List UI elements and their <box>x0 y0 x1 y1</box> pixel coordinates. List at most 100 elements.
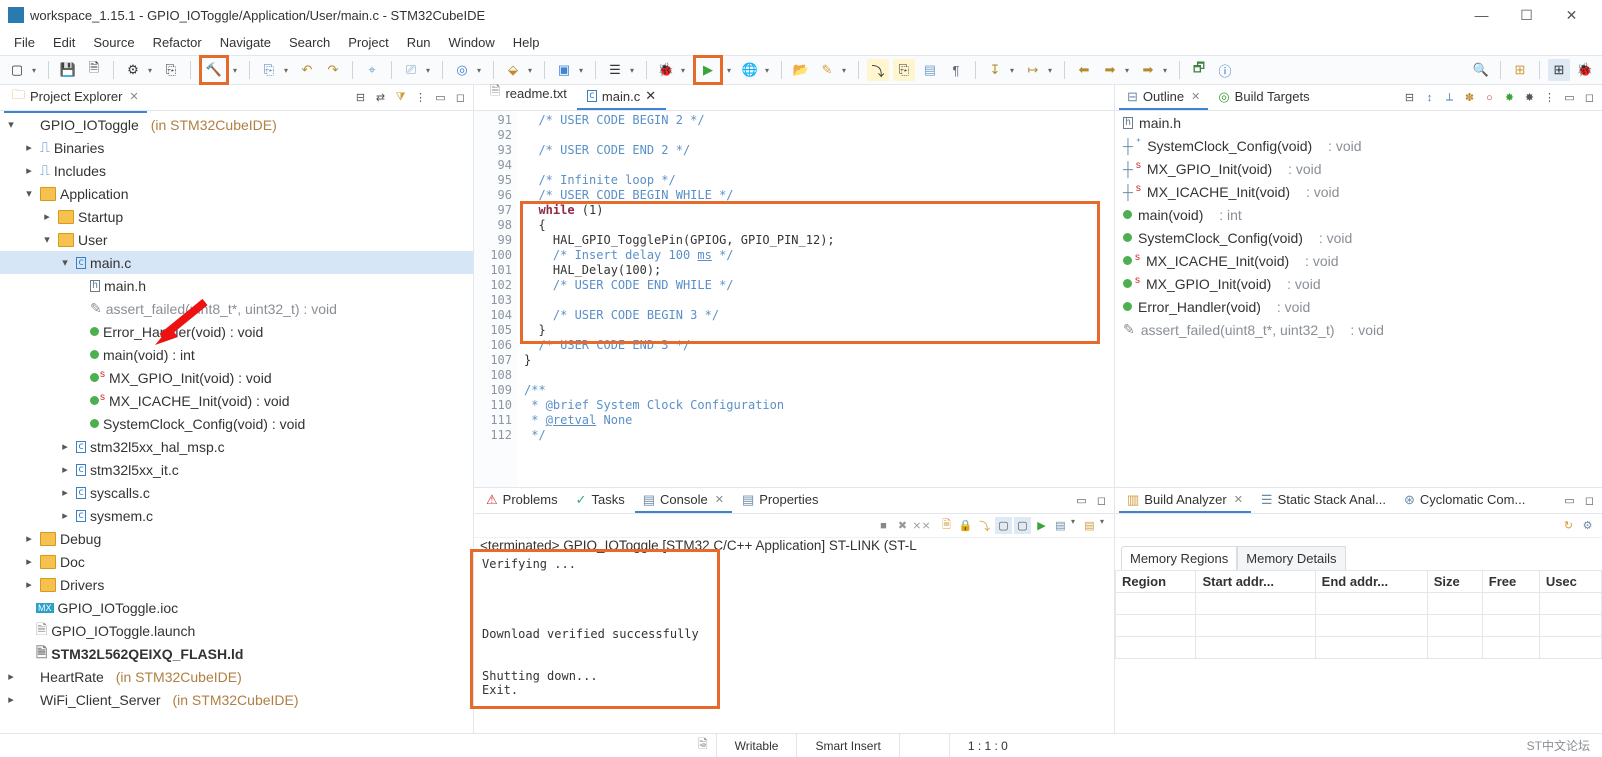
assert-failed-node[interactable]: assert_failed(uint8_t*, uint32_t) : void <box>106 301 337 317</box>
outline-gpio[interactable]: MX_GPIO_Init(void) <box>1146 276 1271 292</box>
clear-button[interactable]: 🗎 <box>938 517 955 534</box>
outline-icache-decl[interactable]: MX_ICACHE_Init(void) <box>1147 184 1290 200</box>
maximize-button[interactable]: ☐ <box>1504 1 1549 29</box>
perspective3-button[interactable]: 🐞 <box>1574 59 1596 81</box>
open-console-button[interactable]: ▶ <box>1033 517 1050 534</box>
menu-refactor[interactable]: Refactor <box>145 33 210 52</box>
build-button[interactable]: 🔨 <box>203 59 225 81</box>
tool3-button[interactable]: ⎚ <box>400 59 422 81</box>
main-void-node[interactable]: main(void) : int <box>103 347 195 363</box>
col-region[interactable]: Region <box>1116 571 1196 593</box>
syscalls-node[interactable]: syscalls.c <box>90 485 150 501</box>
view-menu-button[interactable]: ⋮ <box>412 89 429 106</box>
hal-msp-node[interactable]: stm32l5xx_hal_msp.c <box>90 439 225 455</box>
run-last-button[interactable]: 🌐 <box>739 59 761 81</box>
back-button[interactable]: ⬅ <box>1073 59 1095 81</box>
compare-button[interactable]: ⎘ <box>258 59 280 81</box>
mx-icache-node[interactable]: MX_ICACHE_Init(void) : void <box>109 393 290 409</box>
external-button[interactable]: 🗗 <box>1188 59 1210 81</box>
link-editor-button[interactable]: ⇄ <box>372 89 389 106</box>
close-window-button[interactable]: ✕ <box>1549 1 1594 29</box>
folder-button[interactable]: 📂 <box>790 59 812 81</box>
outline-error-handler[interactable]: Error_Handler(void) <box>1138 299 1261 315</box>
stepover-button[interactable]: ↦ <box>1022 59 1044 81</box>
terminate-button[interactable]: ■ <box>875 517 892 534</box>
save-button[interactable]: 💾 <box>57 59 79 81</box>
wordwrap-button[interactable]: ⤵ <box>976 517 993 534</box>
wifi-node[interactable]: WiFi_Client_Server <box>40 692 161 708</box>
debug-node[interactable]: Debug <box>60 531 101 547</box>
sysclock-node[interactable]: SystemClock_Config(void) : void <box>103 416 305 432</box>
filter-button[interactable]: ⧩ <box>392 89 409 106</box>
perspective2-button[interactable]: ⊞ <box>1548 59 1570 81</box>
close-icon[interactable]: ✕ <box>1234 493 1243 506</box>
mx-gpio-node[interactable]: MX_GPIO_Init(void) : void <box>109 370 272 386</box>
menu-file[interactable]: File <box>6 33 43 52</box>
menu-source[interactable]: Source <box>85 33 142 52</box>
close-icon[interactable]: ✕ <box>645 88 656 104</box>
remove-all-button[interactable]: ⨯⨯ <box>913 517 930 534</box>
menu-search[interactable]: Search <box>281 33 338 52</box>
tasks-tab[interactable]: ✓Tasks <box>568 489 633 513</box>
code-editor[interactable]: 9192939495969798991001011021031041051061… <box>474 111 1114 487</box>
error-handler-node[interactable]: Error_Handler(void) : void <box>103 324 263 340</box>
fwd-button[interactable]: ➡ <box>1099 59 1121 81</box>
refresh-button[interactable]: ↻ <box>1560 517 1577 534</box>
outline-gpio-decl[interactable]: MX_GPIO_Init(void) <box>1147 161 1272 177</box>
menu-project[interactable]: Project <box>340 33 396 52</box>
close-icon[interactable]: ✕ <box>1191 90 1200 103</box>
user-node[interactable]: User <box>78 232 108 248</box>
it-c-node[interactable]: stm32l5xx_it.c <box>90 462 179 478</box>
problems-tab[interactable]: ⚠Problems <box>478 489 566 513</box>
maximize-view-button[interactable]: ◻ <box>1093 492 1110 509</box>
pick-button[interactable]: ⌖ <box>361 59 383 81</box>
menu-navigate[interactable]: Navigate <box>212 33 279 52</box>
startup-node[interactable]: Startup <box>78 209 123 225</box>
close-icon[interactable]: ✕ <box>130 90 139 103</box>
heartrate-node[interactable]: HeartRate <box>40 669 104 685</box>
wand-button[interactable]: ✎ <box>816 59 838 81</box>
step-button[interactable]: ↧ <box>984 59 1006 81</box>
outline-main-h[interactable]: main.h <box>1139 115 1181 131</box>
collapse-all-button[interactable]: ⊟ <box>352 89 369 106</box>
view-menu-button[interactable]: ⋮ <box>1541 89 1558 106</box>
target-button[interactable]: ◎ <box>451 59 473 81</box>
search-toolbar-button[interactable]: 🔍 <box>1470 59 1492 81</box>
hide6-button[interactable]: ✸ <box>1521 89 1538 106</box>
launch-node[interactable]: GPIO_IOToggle.launch <box>51 623 195 639</box>
settings-button[interactable]: ⚙ <box>1579 517 1596 534</box>
scroll-lock-button[interactable]: 🔒 <box>957 517 974 534</box>
save-all-button[interactable]: 🗎 <box>83 59 105 81</box>
outline-sysclock-decl[interactable]: SystemClock_Config(void) <box>1147 138 1312 154</box>
doc-node[interactable]: Doc <box>60 554 85 570</box>
menu-edit[interactable]: Edit <box>45 33 83 52</box>
fwd2-button[interactable]: ➡ <box>1137 59 1159 81</box>
outline-main[interactable]: main(void) <box>1138 207 1203 223</box>
tool1-button[interactable]: ⎘ <box>160 59 182 81</box>
project-explorer-tab[interactable]: 🗀 Project Explorer ✕ <box>4 83 147 113</box>
config-button[interactable]: ⚙ <box>122 59 144 81</box>
display-button[interactable]: ▤ <box>1052 517 1069 534</box>
memory-details-tab[interactable]: Memory Details <box>1237 546 1345 570</box>
info-button[interactable]: ⓘ <box>1214 59 1236 81</box>
build-config-button[interactable]: ☰ <box>604 59 626 81</box>
main-c-node[interactable]: main.c <box>90 255 131 271</box>
block-button[interactable]: ▤ <box>919 59 941 81</box>
main-h-node[interactable]: main.h <box>104 278 146 294</box>
sysmem-node[interactable]: sysmem.c <box>90 508 153 524</box>
maximize-view-button[interactable]: ◻ <box>1581 492 1598 509</box>
static-stack-tab[interactable]: ☰Static Stack Anal... <box>1253 489 1394 513</box>
minimize-view-button[interactable]: ▭ <box>1073 492 1090 509</box>
annot-button[interactable]: ⎘ <box>893 59 915 81</box>
close-icon[interactable]: ✕ <box>715 493 724 506</box>
includes-node[interactable]: Includes <box>54 163 106 179</box>
menu-help[interactable]: Help <box>505 33 548 52</box>
outline-tree[interactable]: hmain.h ┼⁺SystemClock_Config(void) : voi… <box>1115 111 1602 487</box>
code-content[interactable]: /* USER CODE BEGIN 2 */ /* USER CODE END… <box>518 111 1114 487</box>
maximize-view-button[interactable]: ◻ <box>1581 89 1598 106</box>
debug-button[interactable]: 🐞 <box>655 59 677 81</box>
drivers-node[interactable]: Drivers <box>60 577 104 593</box>
outline-sysclock[interactable]: SystemClock_Config(void) <box>1138 230 1303 246</box>
minimize-view-button[interactable]: ▭ <box>432 89 449 106</box>
col-used[interactable]: Usec <box>1539 571 1601 593</box>
